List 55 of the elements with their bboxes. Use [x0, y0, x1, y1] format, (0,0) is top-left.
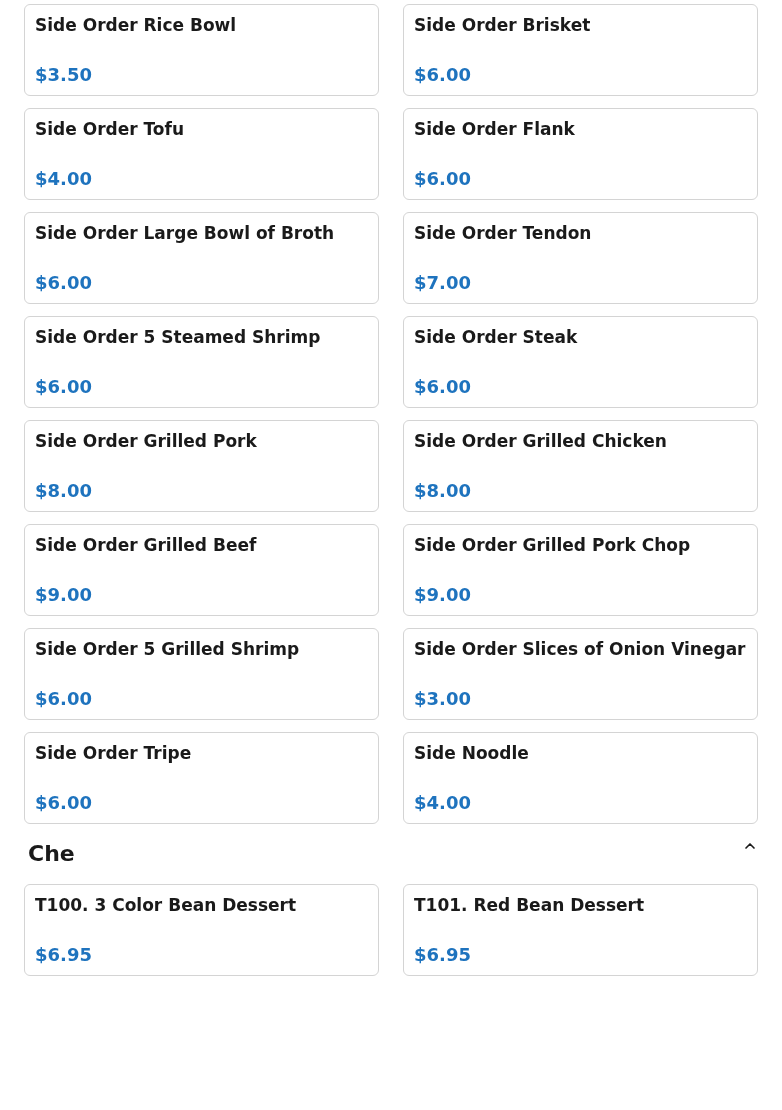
menu-item-card[interactable]: Side Order 5 Grilled Shrimp $6.00 — [24, 628, 379, 720]
menu-item-card[interactable]: Side Order Flank $6.00 — [403, 108, 758, 200]
item-name: Side Order Slices of Onion Vinegar — [414, 638, 747, 661]
item-price: $6.00 — [35, 375, 93, 399]
item-name: Side Noodle — [414, 742, 530, 765]
item-name: Side Order Grilled Chicken — [414, 430, 668, 453]
item-price: $9.00 — [414, 583, 472, 607]
item-name: Side Order Brisket — [414, 14, 592, 37]
item-price: $9.00 — [35, 583, 93, 607]
item-price: $6.00 — [414, 375, 472, 399]
menu-item-card[interactable]: Side Order Grilled Pork $8.00 — [24, 420, 379, 512]
item-price: $6.00 — [35, 687, 93, 711]
item-price: $3.50 — [35, 63, 93, 87]
item-price: $6.00 — [414, 63, 472, 87]
item-name: Side Order Tripe — [35, 742, 193, 765]
item-name: Side Order Grilled Pork — [35, 430, 258, 453]
item-price: $6.00 — [414, 167, 472, 191]
item-name: Side Order 5 Grilled Shrimp — [35, 638, 301, 661]
item-price: $4.00 — [35, 167, 93, 191]
menu-item-card[interactable]: Side Order Slices of Onion Vinegar $3.00 — [403, 628, 758, 720]
menu-item-card[interactable]: Side Order Grilled Beef $9.00 — [24, 524, 379, 616]
menu-item-card[interactable]: Side Order 5 Steamed Shrimp $6.00 — [24, 316, 379, 408]
item-name: Side Order 5 Steamed Shrimp — [35, 326, 322, 349]
item-name: Side Order Tendon — [414, 222, 593, 245]
item-price: $6.95 — [414, 943, 472, 967]
item-price: $4.00 — [414, 791, 472, 815]
item-price: $8.00 — [414, 479, 472, 503]
item-name: T101. Red Bean Dessert — [414, 894, 646, 917]
menu-item-card[interactable]: Side Order Tripe $6.00 — [24, 732, 379, 824]
item-name: Side Order Large Bowl of Broth — [35, 222, 336, 245]
item-price: $6.95 — [35, 943, 93, 967]
item-price: $6.00 — [35, 791, 93, 815]
menu-item-card[interactable]: Side Order Rice Bowl $3.50 — [24, 4, 379, 96]
menu-item-card[interactable]: Side Order Grilled Pork Chop $9.00 — [403, 524, 758, 616]
menu-item-card[interactable]: Side Order Steak $6.00 — [403, 316, 758, 408]
item-price: $8.00 — [35, 479, 93, 503]
item-name: Side Order Tofu — [35, 118, 186, 141]
item-price: $7.00 — [414, 271, 472, 295]
item-name: Side Order Grilled Pork Chop — [414, 534, 692, 557]
item-name: Side Order Steak — [414, 326, 579, 349]
menu-item-card[interactable]: Side Order Tendon $7.00 — [403, 212, 758, 304]
item-name: Side Order Grilled Beef — [35, 534, 258, 557]
section-title: Che — [28, 840, 75, 868]
item-price: $6.00 — [35, 271, 93, 295]
menu-item-card[interactable]: Side Noodle $4.00 — [403, 732, 758, 824]
menu-item-card[interactable]: Side Order Brisket $6.00 — [403, 4, 758, 96]
menu-item-card[interactable]: T101. Red Bean Dessert $6.95 — [403, 884, 758, 976]
menu-item-card[interactable]: T100. 3 Color Bean Dessert $6.95 — [24, 884, 379, 976]
menu-item-card[interactable]: Side Order Large Bowl of Broth $6.00 — [24, 212, 379, 304]
item-name: Side Order Rice Bowl — [35, 14, 238, 37]
menu-item-card[interactable]: Side Order Grilled Chicken $8.00 — [403, 420, 758, 512]
item-name: T100. 3 Color Bean Dessert — [35, 894, 298, 917]
menu-item-card[interactable]: Side Order Tofu $4.00 — [24, 108, 379, 200]
item-price: $3.00 — [414, 687, 472, 711]
item-name: Side Order Flank — [414, 118, 576, 141]
